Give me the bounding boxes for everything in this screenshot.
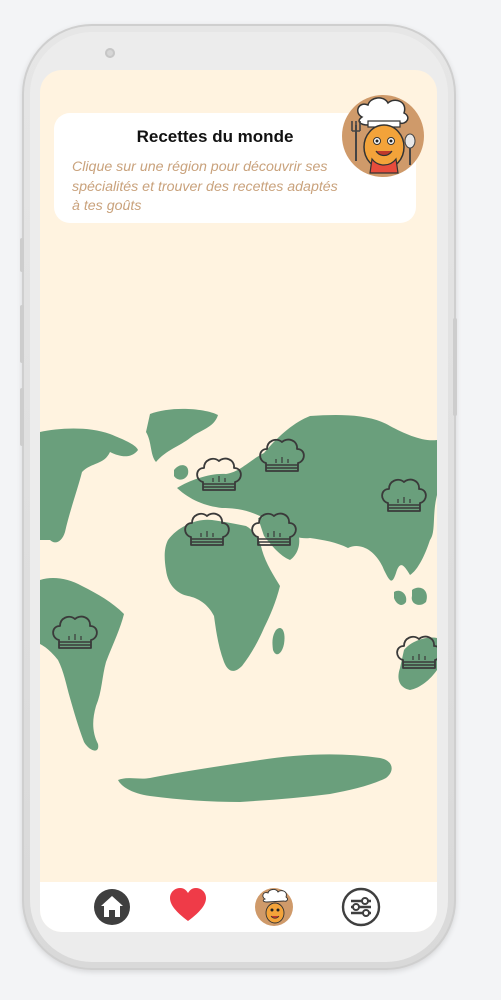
land-madagascar[interactable] [272, 627, 285, 655]
chef-mascot-icon [255, 888, 293, 926]
land-antarctica[interactable] [118, 754, 392, 802]
land-british-isles[interactable] [174, 465, 189, 480]
home-icon [94, 889, 130, 925]
bottom-nav [40, 882, 437, 932]
camera-dot [105, 48, 115, 58]
side-button-4 [453, 318, 457, 416]
heart-icon [170, 888, 206, 921]
page-title: Recettes du monde [136, 127, 294, 146]
land-sea-islands[interactable] [394, 587, 427, 605]
sliders-icon [341, 887, 381, 927]
land-greenland[interactable] [146, 408, 218, 462]
land-north-america[interactable] [40, 428, 138, 543]
side-button-2 [20, 305, 24, 363]
chef-mascot-avatar [342, 95, 424, 177]
home-button[interactable] [92, 887, 132, 927]
side-button-1 [20, 238, 24, 272]
chef-button[interactable] [254, 887, 294, 927]
land-south-america[interactable] [40, 578, 124, 751]
side-button-3 [20, 388, 24, 446]
filters-button[interactable] [341, 887, 381, 927]
favorites-button[interactable] [168, 887, 208, 927]
app-screen: Recettes du monde Clique sur une région … [40, 70, 437, 932]
page-subtitle: Clique sur une région pour découvrir ses… [72, 159, 338, 214]
